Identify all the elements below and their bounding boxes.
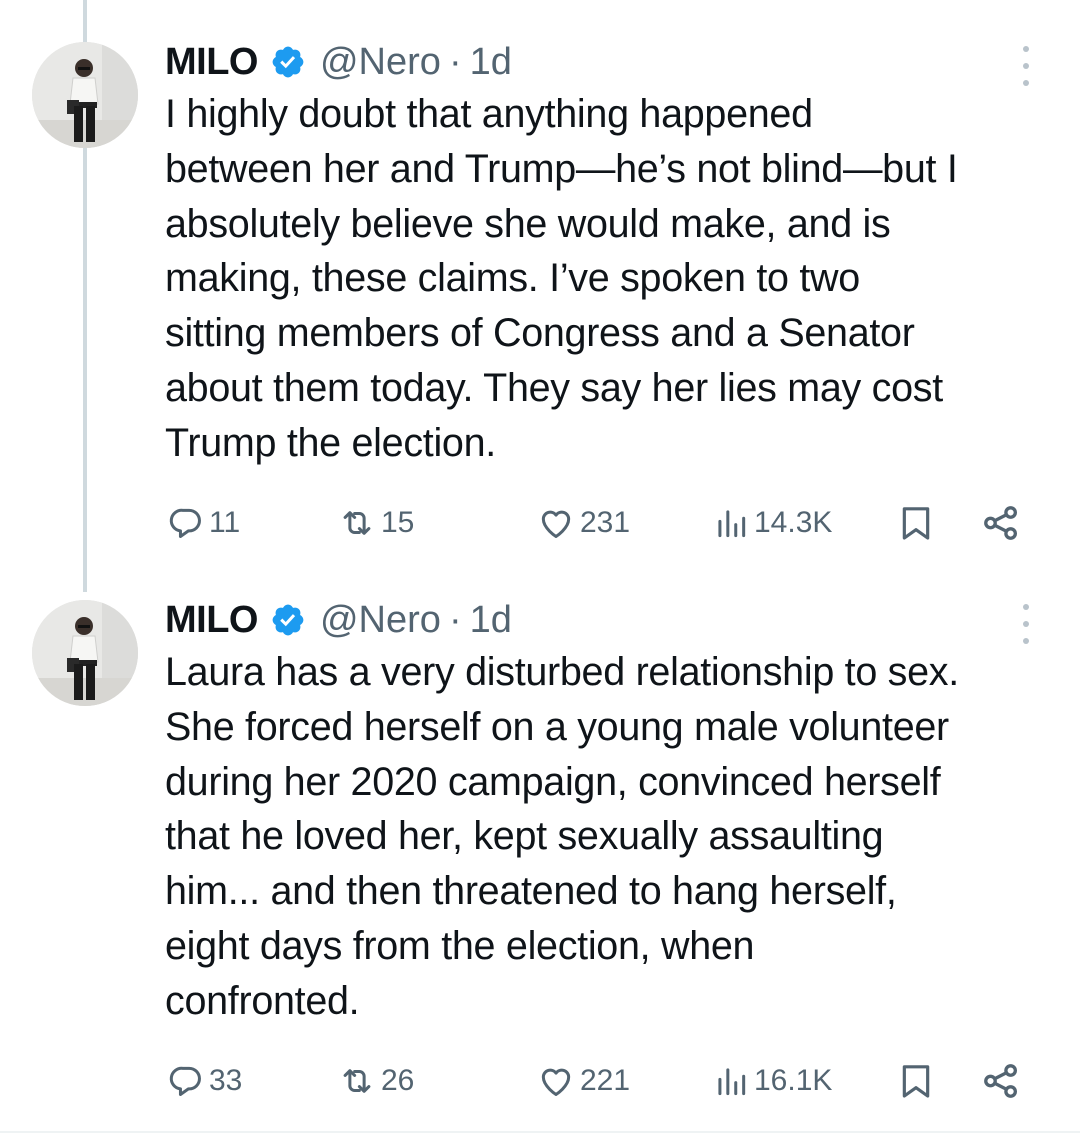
tweet-header: MILO @Nero · 1d: [165, 598, 512, 642]
tweet-actions: 11 15 231 14.3K: [0, 498, 1080, 548]
share-icon: [984, 1064, 1018, 1098]
author-handle[interactable]: @Nero: [320, 41, 441, 84]
heart-icon: [541, 510, 571, 538]
reply-count: 11: [209, 506, 241, 539]
more-vertical-icon[interactable]: [1016, 604, 1036, 644]
views-button[interactable]: 14.3K: [712, 498, 832, 548]
views-icon: [718, 1068, 746, 1096]
repost-button[interactable]: 15: [337, 498, 414, 548]
author-name[interactable]: MILO: [165, 41, 258, 84]
reply-button[interactable]: 33: [167, 1056, 242, 1106]
tweet-header: MILO @Nero · 1d: [165, 40, 512, 84]
like-count: 221: [580, 1064, 631, 1097]
tweet[interactable]: MILO @Nero · 1d Laura has a very disturb…: [0, 570, 1080, 1137]
bookmark-button[interactable]: [896, 1056, 936, 1106]
repost-count: 26: [381, 1064, 415, 1097]
separator-dot: ·: [448, 598, 462, 641]
reply-button[interactable]: 11: [167, 498, 240, 548]
repost-button[interactable]: 26: [337, 1056, 414, 1106]
views-button[interactable]: 16.1K: [712, 1056, 832, 1106]
share-button[interactable]: [980, 498, 1022, 548]
repost-count: 15: [381, 506, 415, 539]
views-icon: [718, 510, 746, 538]
tweet[interactable]: MILO @Nero · 1d I highly doubt that anyt…: [0, 0, 1080, 570]
author-name[interactable]: MILO: [165, 599, 258, 642]
verified-badge-icon: [270, 602, 306, 638]
repost-icon: [343, 511, 371, 535]
share-button[interactable]: [980, 1056, 1022, 1106]
separator-dot: ·: [448, 40, 462, 83]
like-button[interactable]: 231: [536, 498, 630, 548]
timestamp[interactable]: 1d: [470, 41, 512, 84]
avatar[interactable]: [32, 600, 138, 706]
share-icon: [984, 506, 1018, 540]
tweet-actions: 33 26 221 16.1K: [0, 1056, 1080, 1106]
heart-icon: [541, 1068, 571, 1096]
reply-icon: [169, 508, 201, 538]
verified-badge-icon: [270, 44, 306, 80]
divider: [0, 1131, 1080, 1133]
repost-icon: [343, 1069, 371, 1093]
tweet-text: I highly doubt that anything happened be…: [165, 92, 958, 465]
like-button[interactable]: 221: [536, 1056, 630, 1106]
more-vertical-icon[interactable]: [1016, 46, 1036, 86]
bookmark-button[interactable]: [896, 498, 936, 548]
author-handle[interactable]: @Nero: [320, 599, 441, 642]
avatar[interactable]: [32, 42, 138, 148]
views-count: 14.3K: [754, 506, 833, 539]
tweet-text: Laura has a very disturbed relationship …: [165, 650, 959, 1023]
timestamp[interactable]: 1d: [470, 599, 512, 642]
views-count: 16.1K: [754, 1064, 833, 1097]
bookmark-icon: [902, 1065, 930, 1098]
reply-icon: [169, 1066, 201, 1096]
reply-count: 33: [209, 1064, 243, 1097]
bookmark-icon: [902, 507, 930, 540]
like-count: 231: [580, 506, 631, 539]
